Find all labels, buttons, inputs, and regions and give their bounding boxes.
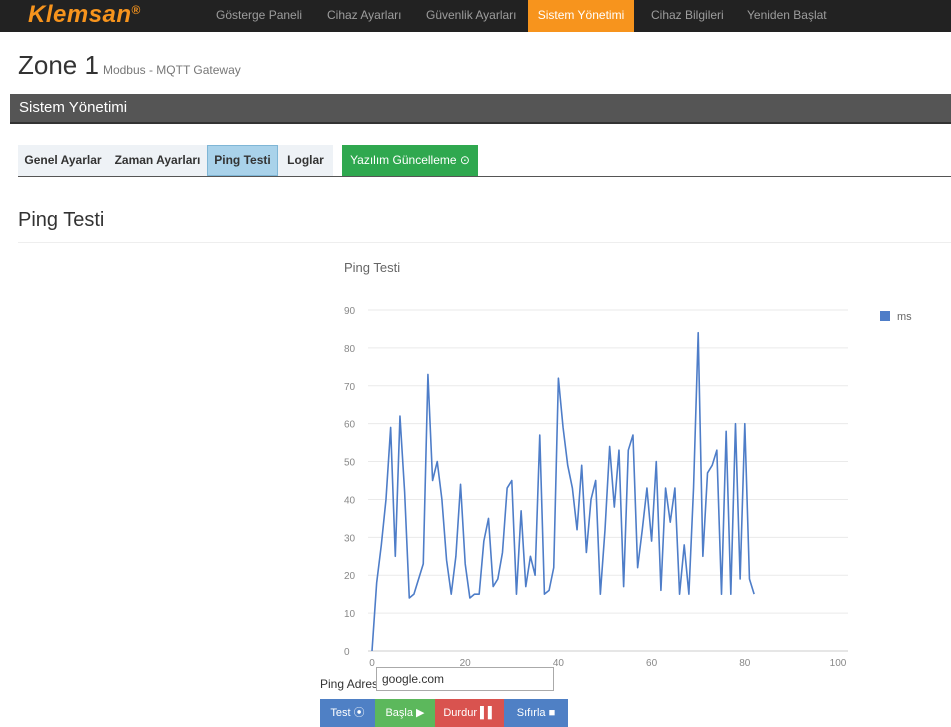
x-tick-label: 80 (739, 658, 751, 669)
test-button[interactable]: Test ⦿ (320, 699, 375, 727)
chart-legend: ms (880, 311, 912, 323)
top-navbar: Klemsan® Gösterge Paneli Cihaz Ayarları … (0, 0, 951, 32)
y-tick-label: 60 (344, 420, 356, 431)
title-divider (18, 242, 951, 243)
legend-swatch (880, 311, 890, 321)
tab-logs[interactable]: Loglar (278, 145, 333, 176)
x-tick-label: 40 (553, 658, 565, 669)
x-tick-label: 60 (646, 658, 658, 669)
ping-chart: Ping Testi 0 20 40 60 80 100 0102030405060708… (344, 260, 912, 669)
series-line-ms (371, 331, 755, 652)
x-tick-label: 100 (830, 658, 847, 669)
zone-title: Zone 1 (18, 50, 99, 80)
brand-logo[interactable]: Klemsan® (28, 1, 141, 29)
section-bar: Sistem Yönetimi (10, 94, 951, 124)
page-title: Ping Testi (18, 209, 105, 231)
nav-device-settings[interactable]: Cihaz Ayarları (327, 0, 401, 32)
x-tick-label: 0 (369, 658, 375, 669)
tab-time-settings[interactable]: Zaman Ayarları (108, 145, 207, 176)
stop-button[interactable]: Durdur ▌▌ (435, 699, 504, 727)
y-tick-label: 20 (344, 571, 356, 582)
ping-address-input[interactable] (376, 667, 554, 691)
tab-general-settings[interactable]: Genel Ayarlar (18, 145, 108, 176)
chart-y-ticks: 0 10 20 30 40 50 60 70 80 90 (344, 306, 356, 658)
start-button[interactable]: Başla ▶ (375, 699, 435, 727)
y-tick-label: 40 (344, 495, 356, 506)
page-header: Zone 1 Modbus - MQTT Gateway (18, 50, 241, 81)
tab-software-update[interactable]: Yazılım Güncelleme ⊙ (342, 145, 478, 176)
tab-ping-test[interactable]: Ping Testi (207, 145, 278, 176)
zone-subtitle: Modbus - MQTT Gateway (102, 63, 241, 77)
section-title: Sistem Yönetimi (19, 99, 128, 116)
nav-restart[interactable]: Yeniden Başlat (747, 0, 827, 32)
nav-system-management[interactable]: Sistem Yönetimi (528, 0, 634, 32)
reset-button[interactable]: Sıfırla ■ (504, 699, 568, 727)
nav-dashboard[interactable]: Gösterge Paneli (216, 0, 302, 32)
y-tick-label: 80 (344, 344, 356, 355)
y-tick-label: 70 (344, 382, 356, 393)
chart-series (371, 331, 755, 652)
y-tick-label: 90 (344, 306, 356, 317)
y-tick-label: 50 (344, 458, 356, 469)
nav-device-info[interactable]: Cihaz Bilgileri (651, 0, 724, 32)
legend-label: ms (897, 311, 912, 323)
y-tick-label: 10 (344, 609, 356, 620)
ping-address-label: Ping Adresi (320, 677, 381, 691)
y-tick-label: 30 (344, 533, 356, 544)
nav-security-settings[interactable]: Güvenlik Ayarları (426, 0, 517, 32)
tab-divider (18, 176, 951, 177)
chart-title: Ping Testi (344, 260, 400, 275)
y-tick-label: 0 (344, 647, 350, 658)
